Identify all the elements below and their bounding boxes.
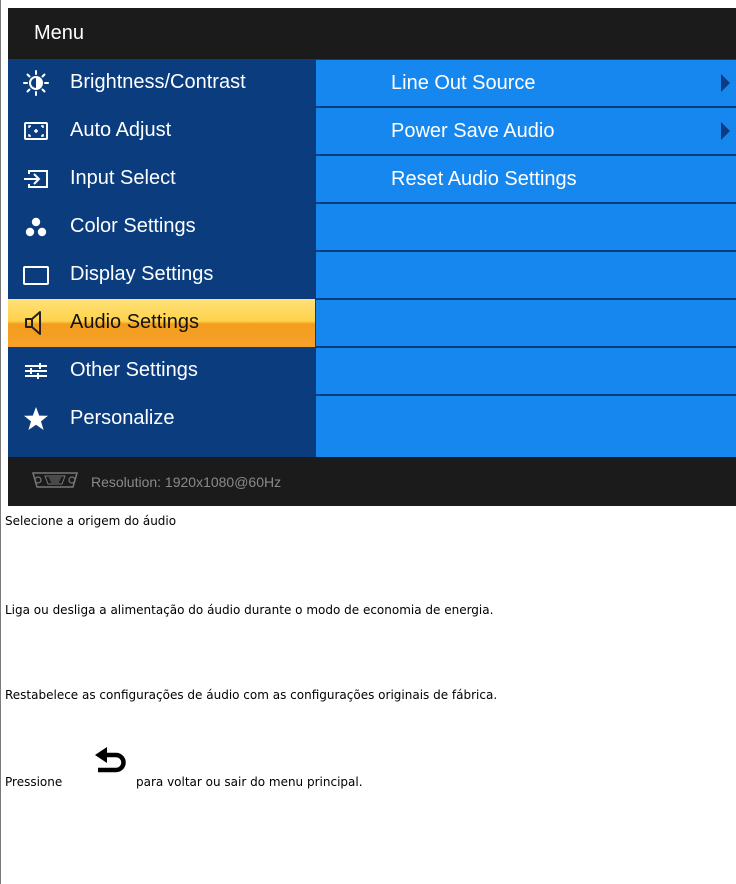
speaker-icon [25, 311, 41, 335]
osd-header: Menu [8, 8, 736, 59]
resolution-text: Resolution: 1920x1080@60Hz [91, 474, 282, 490]
menu-item-audio-settings[interactable]: Audio Settings [8, 299, 315, 347]
menu-item-label: Personalize [70, 407, 175, 429]
menu-item-input-select[interactable]: Input Select [8, 155, 315, 203]
description-reset-audio-settings: Restabelece as configurações de áudio co… [5, 688, 498, 702]
submenu-item-label: Line Out Source [391, 72, 536, 94]
menu-item-display-settings[interactable]: Display Settings [8, 251, 315, 299]
menu-item-brightness-contrast[interactable]: Brightness/Contrast [8, 59, 315, 107]
submenu-item-label: Reset Audio Settings [391, 168, 577, 190]
star-icon [24, 407, 48, 430]
menu-item-label: Other Settings [70, 359, 198, 381]
main-menu: Brightness/Contrast Auto Adjust Input Se… [8, 59, 315, 457]
osd-title: Menu [34, 22, 85, 44]
auto-adjust-icon [24, 122, 48, 140]
menu-item-label: Auto Adjust [70, 119, 172, 141]
menu-item-label: Color Settings [70, 215, 196, 237]
submenu-empty-row [316, 396, 736, 457]
submenu-line-out-source[interactable]: Line Out Source [316, 60, 736, 106]
vga-connector-icon [32, 472, 78, 488]
menu-item-color-settings[interactable]: Color Settings [8, 203, 315, 251]
menu-item-label: Audio Settings [70, 311, 199, 333]
menu-item-auto-adjust[interactable]: Auto Adjust [8, 107, 315, 155]
submenu-empty-row [316, 252, 736, 298]
submenu-reset-audio-settings[interactable]: Reset Audio Settings [316, 156, 736, 202]
sliders-icon [25, 363, 47, 379]
menu-item-label: Display Settings [70, 263, 214, 285]
chevron-right-icon [721, 122, 730, 140]
osd-footer: Resolution: 1920x1080@60Hz [8, 457, 736, 506]
back-instruction-suffix: para voltar ou sair do menu principal. [136, 775, 363, 789]
monitor-osd: Menu Brightness/Contrast Auto Adjust Inp… [8, 8, 736, 506]
chevron-right-icon [721, 74, 730, 92]
submenu-power-save-audio[interactable]: Power Save Audio [316, 108, 736, 154]
menu-item-other-settings[interactable]: Other Settings [8, 347, 315, 395]
description-line-out-source: Selecione a origem do áudio [5, 514, 177, 528]
brightness-icon [23, 70, 49, 96]
audio-submenu: Line Out Source Power Save Audio Reset A… [315, 59, 736, 457]
menu-item-label: Input Select [70, 167, 176, 189]
page-left-rule [0, 0, 1, 884]
color-settings-icon [25, 217, 47, 237]
input-select-icon [24, 170, 48, 188]
submenu-empty-row [316, 300, 736, 346]
back-arrow-icon [95, 747, 126, 773]
submenu-item-label: Power Save Audio [391, 120, 555, 142]
submenu-empty-row [316, 204, 736, 250]
menu-item-label: Brightness/Contrast [70, 71, 246, 93]
description-power-save-audio: Liga ou desliga a alimentação do áudio d… [5, 603, 494, 617]
display-settings-icon [23, 266, 49, 285]
back-instruction-prefix: Pressione [5, 775, 63, 789]
submenu-empty-row [316, 348, 736, 394]
menu-item-personalize[interactable]: Personalize [8, 395, 315, 443]
